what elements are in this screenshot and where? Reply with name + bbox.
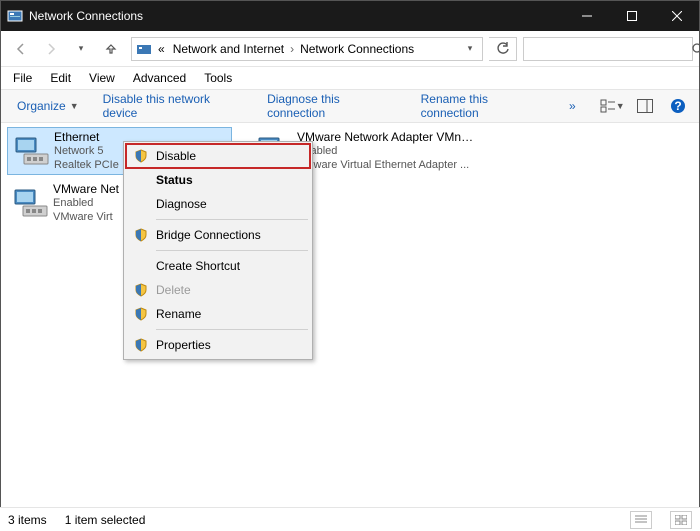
overflow-button[interactable]: »	[561, 95, 584, 117]
context-menu-separator	[156, 219, 308, 220]
context-menu-status[interactable]: Status	[126, 168, 310, 192]
menu-tools[interactable]: Tools	[196, 69, 240, 87]
context-menu-disable[interactable]: Disable	[126, 144, 310, 168]
context-menu-separator	[156, 329, 308, 330]
app-icon	[1, 8, 29, 24]
forward-button[interactable]	[37, 35, 65, 63]
context-menu-bridge[interactable]: Bridge Connections	[126, 223, 310, 247]
breadcrumb-segment[interactable]: Network Connections	[296, 42, 418, 56]
context-menu-properties[interactable]: Properties	[126, 333, 310, 357]
minimize-button[interactable]	[564, 1, 609, 31]
diagnose-connection-button[interactable]: Diagnose this connection	[259, 88, 405, 124]
network-adapter-icon	[9, 183, 53, 223]
search-icon[interactable]	[691, 42, 700, 56]
content-area[interactable]: Ethernet Network 5 Realtek PCIe VMware N…	[1, 123, 699, 503]
search-input[interactable]	[524, 42, 691, 56]
shield-icon	[130, 228, 152, 242]
menu-bar: File Edit View Advanced Tools	[1, 67, 699, 89]
breadcrumb-segment[interactable]: Network and Internet	[169, 42, 288, 56]
context-menu-create-shortcut[interactable]: Create Shortcut	[126, 254, 310, 278]
context-menu-diagnose[interactable]: Diagnose	[126, 192, 310, 216]
command-bar: Organize▼ Disable this network device Di…	[1, 89, 699, 123]
menu-edit[interactable]: Edit	[42, 69, 79, 87]
shield-icon	[130, 338, 152, 352]
up-button[interactable]	[97, 35, 125, 63]
close-button[interactable]	[654, 1, 699, 31]
chevron-down-icon: ▼	[70, 101, 79, 111]
network-adapter-icon	[10, 131, 54, 171]
titlebar: Network Connections	[1, 1, 699, 31]
view-options-button[interactable]: ▼	[600, 94, 625, 118]
navigation-bar: ▾ « Network and Internet › Network Conne…	[1, 31, 699, 67]
window-title: Network Connections	[29, 9, 564, 23]
organize-button[interactable]: Organize▼	[9, 95, 87, 117]
address-bar[interactable]: « Network and Internet › Network Connect…	[131, 37, 483, 61]
shield-icon	[130, 307, 152, 321]
recent-dropdown[interactable]: ▾	[67, 35, 95, 63]
back-button[interactable]	[7, 35, 35, 63]
search-box[interactable]	[523, 37, 693, 61]
breadcrumb-separator[interactable]: ›	[288, 42, 296, 56]
help-button[interactable]: ?	[666, 94, 691, 118]
item-count: 3 items	[8, 513, 47, 527]
maximize-button[interactable]	[609, 1, 654, 31]
breadcrumb-prefix[interactable]: «	[154, 42, 169, 56]
menu-advanced[interactable]: Advanced	[125, 69, 194, 87]
disable-device-button[interactable]: Disable this network device	[95, 88, 251, 124]
shield-icon	[130, 283, 152, 297]
menu-view[interactable]: View	[81, 69, 123, 87]
shield-icon	[130, 149, 152, 163]
details-view-button[interactable]	[630, 511, 652, 529]
rename-connection-button[interactable]: Rename this connection	[413, 88, 553, 124]
address-dropdown-icon[interactable]: ▾	[460, 43, 480, 54]
context-menu-rename[interactable]: Rename	[126, 302, 310, 326]
status-bar: 3 items 1 item selected	[0, 507, 700, 531]
context-menu-separator	[156, 250, 308, 251]
refresh-button[interactable]	[489, 37, 517, 61]
preview-pane-button[interactable]	[633, 94, 658, 118]
svg-text:?: ?	[675, 99, 682, 113]
context-menu-delete: Delete	[126, 278, 310, 302]
adapter-name: VMware Network Adapter VMnet1	[297, 130, 474, 144]
icons-view-button[interactable]	[670, 511, 692, 529]
context-menu: Disable Status Diagnose Bridge Connectio…	[123, 141, 313, 360]
adapter-status: Enabled	[297, 144, 474, 158]
menu-file[interactable]: File	[5, 69, 40, 87]
selection-count: 1 item selected	[65, 513, 146, 527]
location-icon	[134, 41, 154, 57]
adapter-device: VMware Virtual Ethernet Adapter ...	[297, 158, 474, 172]
